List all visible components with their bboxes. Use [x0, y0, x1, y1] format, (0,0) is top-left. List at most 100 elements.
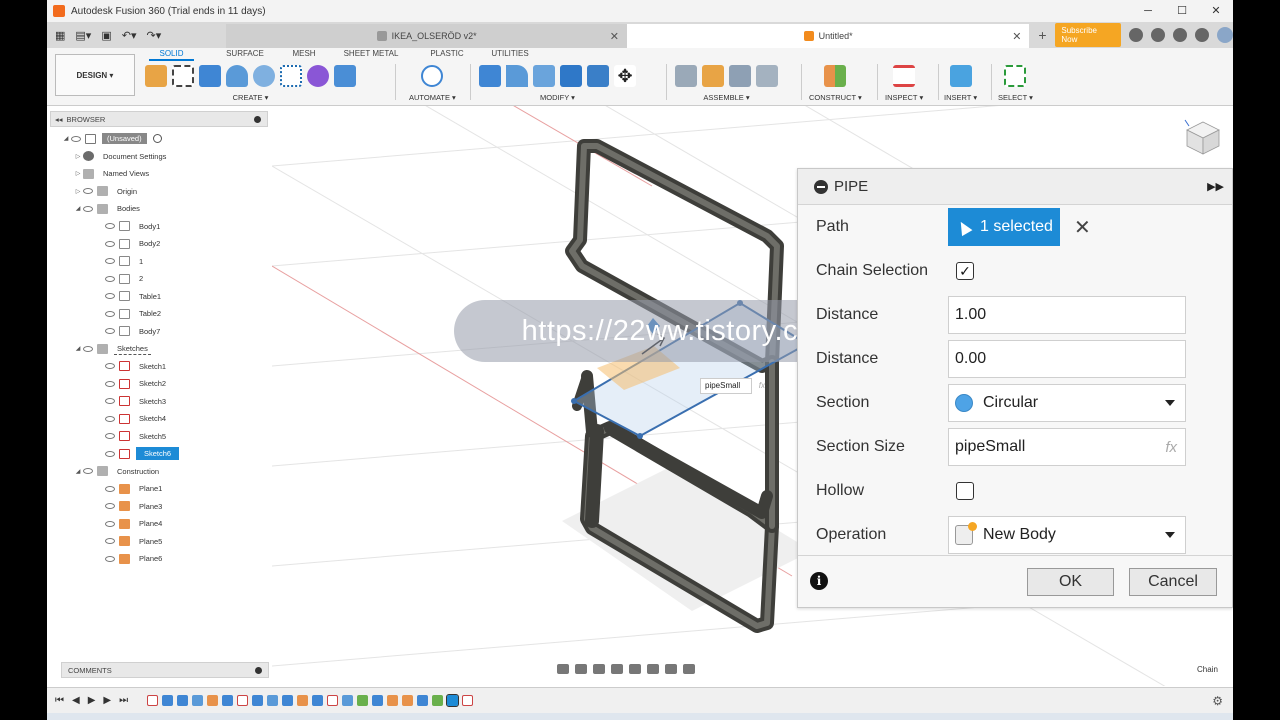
visibility-icon[interactable] — [105, 363, 115, 370]
file-menu-icon[interactable]: ▤▾ — [75, 29, 91, 42]
clear-selection-icon[interactable]: ✕ — [1074, 215, 1091, 240]
visibility-icon[interactable] — [105, 555, 115, 562]
form-icon[interactable] — [307, 65, 329, 87]
comments-pin-icon[interactable] — [255, 666, 262, 674]
inline-fx-icon[interactable]: fx — [759, 379, 765, 393]
info-icon[interactable]: i — [810, 572, 828, 590]
inspect-menu[interactable]: INSPECT ▾ — [885, 93, 923, 102]
visibility-icon[interactable] — [83, 188, 93, 195]
path-selection-button[interactable]: 1 selected — [948, 208, 1060, 246]
collapse-icon[interactable]: ◢ — [73, 205, 83, 212]
view-cube[interactable] — [1183, 118, 1223, 158]
shell-icon[interactable] — [560, 65, 582, 87]
visibility-icon[interactable] — [105, 240, 115, 247]
extrude-icon[interactable] — [199, 65, 221, 87]
create-menu[interactable]: CREATE ▾ — [233, 93, 269, 102]
save-icon[interactable]: ▣ — [101, 29, 111, 42]
visibility-icon[interactable] — [71, 135, 81, 142]
tree-item-plane[interactable]: Plane5 — [47, 533, 272, 551]
distance-input-1[interactable]: 1.00 — [948, 296, 1186, 334]
select-icon[interactable] — [1004, 65, 1027, 87]
timeline-feature-icon[interactable] — [222, 695, 233, 706]
close-tab-icon[interactable]: ✕ — [610, 30, 619, 43]
look-at-icon[interactable] — [575, 664, 587, 674]
timeline-feature-icon[interactable] — [282, 695, 293, 706]
go-to-end-icon[interactable]: ⏭ — [119, 695, 128, 706]
timeline-plane-icon[interactable] — [297, 695, 308, 706]
timeline-feature-icon[interactable] — [432, 695, 443, 706]
section-size-input[interactable]: pipeSmall fx — [948, 428, 1186, 466]
zoom-icon[interactable] — [611, 664, 623, 674]
timeline-feature-icon[interactable] — [312, 695, 323, 706]
pattern-icon[interactable] — [280, 65, 302, 87]
timeline-extrude-icon[interactable] — [162, 695, 173, 706]
expand-dialog-icon[interactable]: ▶▶ — [1207, 180, 1224, 193]
hole-icon[interactable] — [253, 65, 275, 87]
insert-menu[interactable]: INSERT ▾ — [944, 93, 977, 102]
offset-plane-icon[interactable] — [824, 65, 847, 87]
visibility-icon[interactable] — [105, 450, 115, 457]
tab-ikea-olserod[interactable]: IKEA_OLSERÖD v2* ✕ — [226, 24, 627, 48]
tab-untitled[interactable]: Untitled* ✕ — [626, 24, 1030, 48]
timeline-feature-icon[interactable] — [372, 695, 383, 706]
tree-item-body[interactable]: 1 — [47, 253, 272, 271]
tree-item-body[interactable]: 2 — [47, 270, 272, 288]
visibility-icon[interactable] — [105, 433, 115, 440]
timeline-feature-icon[interactable] — [252, 695, 263, 706]
tree-item-body[interactable]: Table2 — [47, 305, 272, 323]
tab-plastic[interactable]: PLASTIC — [414, 48, 480, 61]
tree-item-sketch6-selected[interactable]: Sketch6 — [47, 445, 272, 463]
collapse-browser-icon[interactable]: ◂◂ — [55, 115, 63, 124]
tree-item-sketch[interactable]: Sketch3 — [47, 393, 272, 411]
tree-root[interactable]: ◢ (Unsaved) — [47, 130, 272, 148]
chamfer-icon[interactable] — [533, 65, 555, 87]
maximize-button[interactable]: ☐ — [1165, 0, 1199, 22]
operation-dropdown[interactable]: New Body — [948, 516, 1186, 554]
help-icon[interactable] — [1195, 28, 1209, 42]
notifications-icon[interactable] — [1173, 28, 1187, 42]
tree-item-body[interactable]: Body1 — [47, 218, 272, 236]
visibility-icon[interactable] — [105, 275, 115, 282]
tree-item-body[interactable]: Body7 — [47, 323, 272, 341]
pan-icon[interactable] — [593, 664, 605, 674]
close-window-button[interactable]: ✕ — [1199, 0, 1233, 22]
minimize-button[interactable]: ─ — [1131, 0, 1165, 22]
collapse-dialog-icon[interactable] — [814, 179, 828, 194]
construct-menu[interactable]: CONSTRUCT ▾ — [809, 93, 862, 102]
visibility-icon[interactable] — [105, 328, 115, 335]
visibility-icon[interactable] — [105, 398, 115, 405]
timeline-plane-icon[interactable] — [402, 695, 413, 706]
visibility-icon[interactable] — [105, 258, 115, 265]
tree-item-body[interactable]: Body2 — [47, 235, 272, 253]
tab-mesh[interactable]: MESH — [278, 48, 330, 61]
collapse-icon[interactable]: ◢ — [73, 345, 83, 352]
tree-item-body[interactable]: Table1 — [47, 288, 272, 306]
tab-sheet-metal[interactable]: SHEET METAL — [334, 48, 408, 61]
tree-item-plane[interactable]: Plane4 — [47, 515, 272, 533]
fx-icon[interactable]: fx — [1165, 439, 1177, 456]
tree-item-sketch[interactable]: Sketch4 — [47, 410, 272, 428]
cancel-button[interactable]: Cancel — [1129, 568, 1217, 596]
visibility-icon[interactable] — [105, 520, 115, 527]
tree-item-sketches[interactable]: ◢ Sketches — [47, 340, 272, 358]
create-base-icon[interactable] — [334, 65, 356, 87]
tab-utilities[interactable]: UTILITIES — [480, 48, 540, 61]
ok-button[interactable]: OK — [1027, 568, 1114, 596]
chain-selection-checkbox[interactable]: ✓ — [956, 262, 974, 280]
fit-icon[interactable] — [629, 664, 641, 674]
timeline-feature-icon[interactable] — [357, 695, 368, 706]
redo-icon[interactable]: ↷▾ — [146, 29, 161, 42]
expand-icon[interactable]: ▷ — [73, 153, 83, 160]
tree-item-sketch[interactable]: Sketch5 — [47, 428, 272, 446]
subscribe-button[interactable]: Subscribe Now — [1055, 23, 1121, 47]
visibility-icon[interactable] — [83, 205, 93, 212]
collapse-icon[interactable]: ◢ — [73, 468, 83, 475]
collapse-icon[interactable]: ◢ — [61, 135, 71, 142]
tree-item-named-views[interactable]: ▷ Named Views — [47, 165, 272, 183]
fillet-icon[interactable] — [506, 65, 528, 87]
press-pull-icon[interactable] — [479, 65, 501, 87]
timeline-sketch-icon[interactable] — [237, 695, 248, 706]
distance-input-2[interactable]: 0.00 — [948, 340, 1186, 378]
insert-image-icon[interactable] — [949, 65, 972, 87]
new-tab-button[interactable]: + — [1033, 26, 1051, 44]
